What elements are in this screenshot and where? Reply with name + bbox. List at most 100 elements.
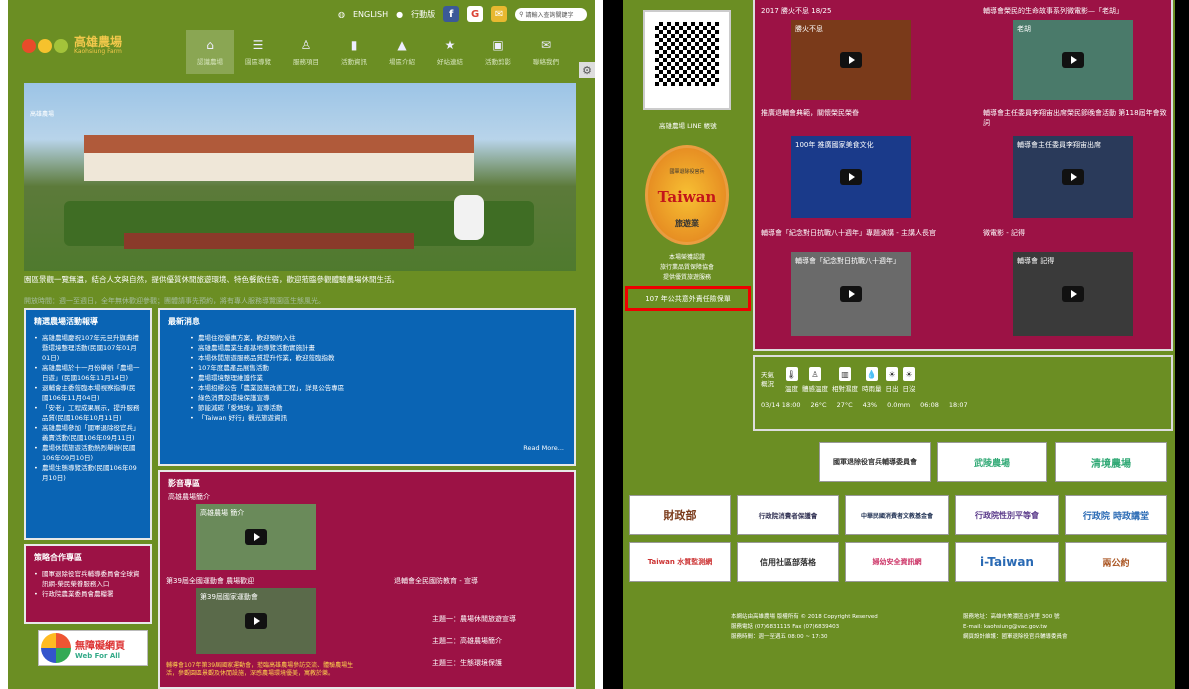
activity-item[interactable]: 高雄農場參加「國軍退除役官兵」義賣活動(民國106年09月11日) — [34, 423, 142, 443]
weather-col: 日出 — [885, 385, 899, 393]
video-thumb[interactable]: 100年 推廣國家美食文化 — [791, 136, 911, 218]
insurance-link[interactable]: 107 年公共意外責任險保單 — [625, 286, 751, 311]
news-item[interactable]: 農場環境整理維護作業 — [190, 373, 566, 383]
person-icon: ♙ — [809, 367, 821, 381]
nav-item-activity[interactable]: ▮ 活動資訊 — [330, 30, 378, 74]
news-item[interactable]: 本場休閒旅遊服務品質提升作業，歡迎蒞臨指教 — [190, 353, 566, 363]
video-thumb-1[interactable]: 高雄農場 簡介 — [196, 504, 316, 570]
nav-item-tour[interactable]: ☰ 園區導覽 — [234, 30, 282, 74]
mobile-icon[interactable]: ● — [396, 10, 403, 19]
banner-link[interactable]: 國軍退除役官兵輔導委員會 — [819, 442, 931, 482]
video-caption[interactable]: 輔導會「紀念對日抗戰八十週年」專題演講 - 主講人長官 — [761, 228, 961, 238]
globe-icon[interactable]: ◍ — [338, 10, 345, 19]
news-item[interactable]: 節能減碳「愛地球」宣導活動 — [190, 403, 566, 413]
activity-item[interactable]: 退輔會主委蒞臨本場視察指導(民國106年11月04日) — [34, 383, 142, 403]
play-icon[interactable] — [245, 613, 267, 629]
taiwan-seal[interactable]: 國軍退除役官兵 Taiwan 旅遊業 — [645, 145, 729, 245]
banner-link[interactable]: 清境農場 — [1055, 442, 1167, 482]
video-heading: 2017 勝火不息 18/25 — [761, 7, 832, 15]
banner-link[interactable]: 信用社區部落格 — [737, 542, 839, 582]
video-thumb[interactable]: 輔導會「紀念對日抗戰八十週年」 — [791, 252, 911, 336]
search-input[interactable]: ⚲ 請輸入查詢關鍵字 — [515, 7, 588, 21]
weather-label: 天氣 概況 — [761, 371, 774, 388]
media-list-item[interactable]: 主題一：農場休閒旅遊宣導 — [432, 614, 516, 624]
video-caption[interactable]: 微電影 - 記得 — [983, 228, 1173, 238]
qr-caption: 高雄農場 LINE 帳號 — [659, 122, 717, 130]
banner-link[interactable]: 財政部 — [629, 495, 731, 535]
activity-item[interactable]: 「安老」工程成果展示，提升服務品質(民國106年10月11日) — [34, 403, 142, 423]
qr-code[interactable] — [643, 10, 731, 110]
banner-link[interactable]: Taiwan 水質監測網 — [629, 542, 731, 582]
news-item[interactable]: 高雄農場農業生產基地導覽活動實施計畫 — [190, 343, 566, 353]
nav-item-gallery[interactable]: ▣ 活動剪影 — [474, 30, 522, 74]
news-item[interactable]: 本場招標公告「農業設施改善工程」，詳見公告專區 — [190, 383, 566, 393]
weather-date: 03/14 18:00 — [761, 401, 801, 409]
site-name: 高雄農場 — [74, 35, 123, 49]
site-logo[interactable]: 高雄農場 Kaohsiung Farm — [22, 36, 122, 55]
video-caption[interactable]: 輔導會主任委員李翔宙出席榮民節晚會活動 第118屆年會致詞 — [983, 108, 1173, 128]
banner-link[interactable]: 行政院 時政講堂 — [1065, 495, 1167, 535]
accessibility-icon — [41, 633, 71, 663]
sunset-icon: ☀ — [903, 367, 915, 381]
footer-line: 服務電話 (07)6831115 Fax (07)6839403 — [731, 624, 840, 630]
media-list-item[interactable]: 主題三：生態環境保護 — [432, 658, 502, 668]
play-icon[interactable] — [1062, 169, 1084, 185]
seal-brand: Taiwan — [657, 188, 717, 206]
video-caption[interactable]: 推廣退輔會典範，關懷榮民榮眷 — [761, 108, 961, 118]
activity-item[interactable]: 高雄農場於十一月份舉辦「農場一日遊」(民國106年11月14日) — [34, 363, 142, 383]
video-thumb[interactable]: 老胡 — [1013, 20, 1133, 100]
news-item[interactable]: 農場住宿優惠方案，歡迎預約入住 — [190, 333, 566, 343]
google-icon[interactable]: G — [467, 6, 484, 22]
play-icon[interactable] — [840, 52, 862, 68]
activity-item[interactable]: 農場休閒旅遊活動熱烈舉辦(民國106年09月10日) — [34, 443, 142, 463]
news-item[interactable]: 綠色消費及環境保護宣導 — [190, 393, 566, 403]
play-icon[interactable] — [1062, 286, 1084, 302]
video-thumb[interactable]: 勝火不息 — [791, 20, 911, 100]
read-more-link[interactable]: Read More... — [523, 444, 564, 452]
footer-left: 本網站由高雄農場 版權所有 © 2018 Copyright Reserved … — [731, 612, 878, 642]
play-icon[interactable] — [840, 286, 862, 302]
banner-link[interactable]: 武陵農場 — [937, 442, 1047, 482]
nav-item-area[interactable]: ▲ 場區介紹 — [378, 30, 426, 74]
media-list-item[interactable]: 主題二：高雄農場簡介 — [432, 636, 502, 646]
banner-link[interactable]: i-Taiwan — [955, 542, 1059, 582]
news-item[interactable]: 107年度農產品展售活動 — [190, 363, 566, 373]
play-icon[interactable] — [840, 169, 862, 185]
gear-icon[interactable]: ⚙ — [579, 62, 595, 78]
weather-columns: 🌡 溫度 ♙ 體感溫度 ▥ 相對濕度 💧 時雨量 ☀ 日出 ☀ 日沒 — [785, 367, 916, 393]
seal-text: 本場榮獲認證 — [668, 254, 705, 261]
video-thumb[interactable]: 輔導會主任委員李翔宙出席 — [1013, 136, 1133, 218]
banner-link[interactable]: 婦幼安全資訊網 — [845, 542, 949, 582]
banner-link[interactable]: 行政院消費者保護會 — [737, 495, 839, 535]
hero-caption: 高雄農場 — [30, 111, 55, 118]
facebook-icon[interactable]: f — [443, 6, 460, 22]
coop-item[interactable]: 行政院農業委員會農糧署 — [34, 589, 142, 599]
play-icon[interactable] — [1062, 52, 1084, 68]
seal-top: 國軍退除役官兵 — [669, 169, 705, 175]
banner-link[interactable]: 中華民國消費者文教基金會 — [845, 495, 949, 535]
coop-item[interactable]: 國軍退除役官兵輔導委員會全球資訊網-榮民榮眷服務入口 — [34, 569, 142, 589]
banner-link[interactable]: 兩公約 — [1065, 542, 1167, 582]
weather-col: 相對濕度 — [832, 385, 858, 393]
nav-item-home[interactable]: ⌂ 認識農場 — [186, 30, 234, 74]
activity-item[interactable]: 高雄農場慶祝107年元旦升旗典禮暨環境整理活動(民國107年01月01日) — [34, 333, 142, 363]
video-thumb-2[interactable]: 第39屆國家運動會 — [196, 588, 316, 654]
play-icon[interactable] — [245, 529, 267, 545]
accessibility-badge[interactable]: 無障礙網頁 Web For All — [38, 630, 148, 666]
video-thumb[interactable]: 輔導會 記得 — [1013, 252, 1133, 336]
access-title: 無障礙網頁 — [75, 640, 125, 652]
nav-item-links[interactable]: ★ 好站連結 — [426, 30, 474, 74]
nav-item-service[interactable]: ♙ 服務項目 — [282, 30, 330, 74]
mobile-link[interactable]: 行動版 — [411, 9, 435, 20]
activity-item[interactable]: 農場生態導覽活動(民國106年09月10日) — [34, 463, 142, 483]
mail-icon[interactable]: ✉ — [491, 6, 508, 22]
marquee-text: 園區景觀一覽無遺，結合人文與自然，提供優質休閒旅遊環境、特色餐飲住宿，歡迎蒞臨參… — [24, 275, 399, 284]
video-overlay: 勝火不息 — [795, 25, 823, 33]
coop-panel: 策略合作專區 國軍退除役官兵輔導委員會全球資訊網-榮民榮眷服務入口 行政院農業委… — [24, 544, 152, 624]
banner-link[interactable]: 行政院性別平等會 — [955, 495, 1059, 535]
humidity-icon: ▥ — [839, 367, 851, 381]
rain-icon: 💧 — [865, 367, 878, 381]
nav-item-contact[interactable]: ✉ 聯絡我們 — [522, 30, 570, 74]
news-item[interactable]: 「Taiwan 好行」觀光旅遊資訊 — [190, 413, 566, 423]
lang-link[interactable]: ENGLISH — [353, 10, 388, 19]
